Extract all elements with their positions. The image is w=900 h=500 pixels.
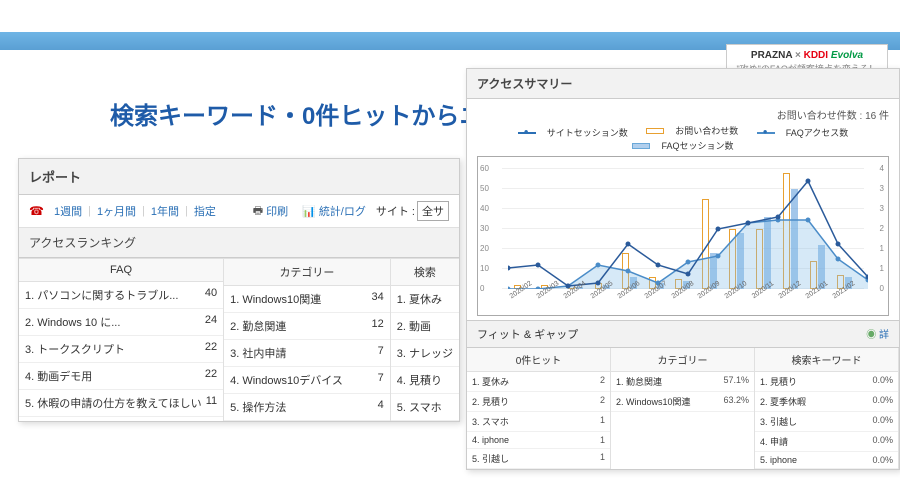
fit-head-kw: 検索キーワード: [755, 348, 898, 372]
list-item[interactable]: 2. 見積り2: [467, 392, 610, 412]
chart: 00101201302403503604 2020/022020/032020/…: [477, 156, 889, 316]
stats-button[interactable]: 統計/ログ: [302, 203, 366, 219]
rank-head-cat: カテゴリー: [224, 258, 390, 286]
report-title: レポート: [19, 159, 459, 195]
period-row: ☎ 1週間| 1ヶ月間| 1年間| 指定 印刷 統計/ログ サイト : 全サ: [19, 195, 459, 228]
list-item[interactable]: 2. 動画: [391, 313, 459, 340]
brand-kddi: KDDI: [804, 50, 828, 61]
ranking-title: アクセスランキング: [19, 228, 459, 258]
inquiry-count: お問い合わせ件数 : 16 件: [477, 107, 889, 122]
list-item[interactable]: 4. iphone1: [467, 432, 610, 449]
list-item[interactable]: 4. 申請0.0%: [755, 432, 898, 452]
rank-col-faq: FAQ 1. パソコンに関するトラブル...402. Windows 10 に.…: [19, 258, 224, 421]
period-week[interactable]: 1週間: [54, 203, 82, 219]
list-item[interactable]: 2. Windows 10 に...24: [19, 309, 223, 336]
rank-col-kw: 検索 1. 夏休み2. 動画3. ナレッジ4. 見積り5. スマホ: [391, 258, 459, 421]
list-item[interactable]: 2. 夏季休暇0.0%: [755, 392, 898, 412]
fit-gap-header: フィット & ギャップ ◉ 詳: [467, 320, 899, 348]
period-year[interactable]: 1年間: [151, 203, 179, 219]
list-item[interactable]: 1. 見積り0.0%: [755, 372, 898, 392]
fit-head-cat: カテゴリー: [611, 348, 754, 372]
list-item[interactable]: 5. iphone0.0%: [755, 452, 898, 469]
list-item[interactable]: 4. 見積り: [391, 367, 459, 394]
stats-icon: [302, 205, 316, 218]
list-item[interactable]: 2. 勤怠関連12: [224, 313, 390, 340]
list-item[interactable]: 4. 動画デモ用22: [19, 363, 223, 390]
print-icon: [253, 202, 263, 221]
list-item[interactable]: 3. 社内申請7: [224, 340, 390, 367]
report-panel: レポート ☎ 1週間| 1ヶ月間| 1年間| 指定 印刷 統計/ログ サイト :…: [18, 158, 460, 422]
rank-col-cat: カテゴリー 1. Windows10関連342. 勤怠関連123. 社内申請74…: [224, 258, 391, 421]
brand-x: ×: [795, 50, 801, 61]
list-item[interactable]: 5. スマホ: [391, 394, 459, 421]
legend-inq-swatch: [646, 128, 664, 134]
list-item[interactable]: 5. 操作方法4: [224, 394, 390, 421]
list-item[interactable]: 2. Windows10関連63.2%: [611, 392, 754, 412]
legend-faqsess-swatch: [632, 143, 650, 149]
fit-detail-link[interactable]: ◉ 詳: [866, 326, 889, 342]
period-month[interactable]: 1ヶ月間: [97, 203, 136, 219]
site-select[interactable]: 全サ: [417, 201, 449, 221]
list-item[interactable]: 1. 夏休み2: [467, 372, 610, 392]
list-item[interactable]: 4. Windows10デバイス7: [224, 367, 390, 394]
print-button[interactable]: 印刷: [253, 202, 288, 221]
fit-head-zero: 0件ヒット: [467, 348, 610, 372]
rank-head-kw: 検索: [391, 258, 459, 286]
list-item[interactable]: 1. パソコンに関するトラブル...40: [19, 282, 223, 309]
rank-head-faq: FAQ: [19, 258, 223, 282]
list-item[interactable]: 3. スマホ1: [467, 412, 610, 432]
phone-icon: ☎: [29, 204, 44, 218]
summary-title: アクセスサマリー: [467, 69, 899, 99]
list-item[interactable]: 3. 引越し0.0%: [755, 412, 898, 432]
list-item[interactable]: 1. 夏休み: [391, 286, 459, 313]
summary-panel: アクセスサマリー お問い合わせ件数 : 16 件 サイトセッション数 お問い合わ…: [466, 68, 900, 470]
fit-gap-title: フィット & ギャップ: [477, 326, 578, 342]
list-item[interactable]: 3. ナレッジ: [391, 340, 459, 367]
chart-legend: サイトセッション数 お問い合わせ数 FAQアクセス数 FAQセッション数: [477, 124, 889, 152]
legend-site-swatch: [518, 132, 536, 134]
legend-faqacc-swatch: [757, 132, 775, 134]
list-item[interactable]: 1. 勤怠関連57.1%: [611, 372, 754, 392]
list-item[interactable]: 3. トークスクリプト22: [19, 336, 223, 363]
site-label: サイト :: [376, 203, 415, 219]
list-item[interactable]: 1. Windows10関連34: [224, 286, 390, 313]
brand-prazna: PRAZNA: [751, 50, 792, 61]
period-custom[interactable]: 指定: [194, 203, 216, 219]
fit-gap-tables: 0件ヒット1. 夏休み22. 見積り23. スマホ14. iphone15. 引…: [467, 348, 899, 469]
ranking-table: FAQ 1. パソコンに関するトラブル...402. Windows 10 に.…: [19, 258, 459, 421]
list-item[interactable]: 5. 休暇の申請の仕方を教えてほしい11: [19, 390, 223, 417]
brand-evolva: Evolva: [831, 50, 863, 61]
list-item[interactable]: 5. 引越し1: [467, 449, 610, 469]
